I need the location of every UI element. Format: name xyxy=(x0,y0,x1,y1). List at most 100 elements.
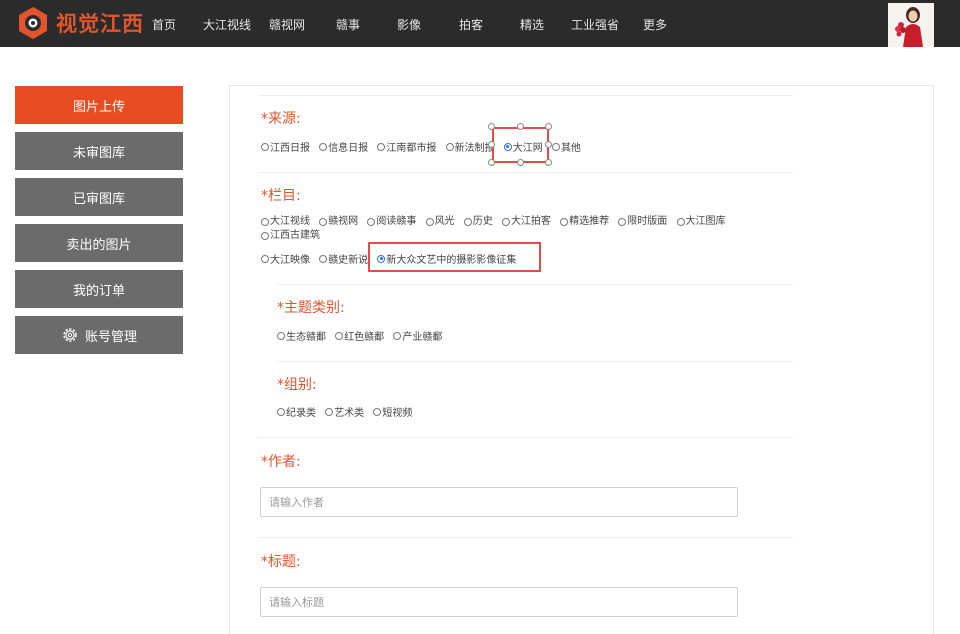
sidebar-item-upload-photos[interactable]: 图片上传 xyxy=(15,86,183,124)
column-radio-dajiang-yingxiang[interactable]: 大江映像 xyxy=(261,251,310,266)
radio-button[interactable] xyxy=(618,218,627,226)
radio-button[interactable] xyxy=(319,218,328,226)
selection-highlight-box xyxy=(492,127,549,163)
sidebar-item-account-management[interactable]: 账号管理 xyxy=(15,316,183,354)
column-radio-ganshi-xinshuo[interactable]: 赣史新说 xyxy=(319,251,368,266)
column-radio-dajiang-tuku[interactable]: 大江图库 xyxy=(676,216,726,228)
nav-gongye-qiangsheng[interactable]: 工业强省 xyxy=(571,16,619,33)
radio-button[interactable] xyxy=(551,142,560,151)
nav-dajiang-shixian[interactable]: 大江视线 xyxy=(203,16,251,33)
radio-button[interactable] xyxy=(261,218,269,226)
radio-label: 产业赣鄱 xyxy=(402,332,443,343)
group-radio-documentary[interactable]: 纪录类 xyxy=(277,404,316,419)
radio-button[interactable] xyxy=(261,254,269,263)
group-radio-short-video[interactable]: 短视频 xyxy=(373,404,412,419)
column-radio-dajiang-paike[interactable]: 大江拍客 xyxy=(501,216,551,228)
resize-handle[interactable] xyxy=(488,159,495,166)
radio-button[interactable] xyxy=(261,232,269,240)
source-radio-jiangnan-metro[interactable]: 江南都市报 xyxy=(377,139,436,154)
radio-label: 大江图库 xyxy=(685,216,726,227)
group-label: *组别: xyxy=(277,377,317,393)
title-label: *标题: xyxy=(261,554,301,570)
divider xyxy=(258,95,793,96)
radio-label: 历史 xyxy=(472,216,493,227)
column-radio-dajiang-shixian[interactable]: 大江视线 xyxy=(261,216,310,228)
top-nav-bar: 视觉江西 首页 大江视线 赣视网 赣事 影像 拍客 精选 工业强省 更多 xyxy=(0,0,960,47)
sidebar-item-label: 卖出的图片 xyxy=(66,237,132,253)
author-input[interactable] xyxy=(260,487,738,517)
column-radio-xianshi-banmian[interactable]: 限时版面 xyxy=(618,216,667,228)
radio-button[interactable] xyxy=(277,407,285,416)
resize-handle[interactable] xyxy=(517,123,524,130)
column-radio-ganshi-wang[interactable]: 赣视网 xyxy=(319,216,358,228)
resize-handle[interactable] xyxy=(545,159,552,166)
radio-label: 生态赣鄱 xyxy=(286,332,326,343)
radio-label: 大江映像 xyxy=(270,255,310,266)
camera-logo-icon xyxy=(19,7,47,39)
theme-radio-industry[interactable]: 产业赣鄱 xyxy=(393,328,442,343)
logo-text: 视觉江西 xyxy=(56,12,144,36)
divider xyxy=(278,284,793,285)
radio-button[interactable] xyxy=(277,331,285,340)
source-radio-other[interactable]: 其他 xyxy=(551,139,581,154)
nav-yingxiang[interactable]: 影像 xyxy=(397,16,421,33)
sidebar-item-label: 图片上传 xyxy=(72,99,125,115)
source-radio-xinxi-daily[interactable]: 信息日报 xyxy=(319,139,368,154)
radio-button[interactable] xyxy=(560,218,569,226)
column-radio-fengguang[interactable]: 风光 xyxy=(425,216,455,228)
sidebar-item-reviewed-library[interactable]: 已审图库 xyxy=(15,178,183,216)
sidebar-item-label: 我的订单 xyxy=(72,283,125,299)
theme-radio-red[interactable]: 红色赣鄱 xyxy=(335,328,384,343)
radio-button[interactable] xyxy=(373,407,382,416)
theme-radio-ecology[interactable]: 生态赣鄱 xyxy=(277,328,326,343)
radio-button[interactable] xyxy=(319,254,328,263)
resize-handle[interactable] xyxy=(488,141,495,148)
radio-label: 赣视网 xyxy=(328,216,359,227)
radio-button[interactable] xyxy=(261,142,269,151)
sidebar-item-my-orders[interactable]: 我的订单 xyxy=(15,270,183,308)
column-radio-jiangxi-gujianzhu[interactable]: 江西古建筑 xyxy=(261,230,320,242)
group-radio-art[interactable]: 艺术类 xyxy=(325,404,364,419)
radio-label: 红色赣鄱 xyxy=(344,332,385,343)
radio-button[interactable] xyxy=(501,218,510,226)
radio-label: 大江视线 xyxy=(270,216,310,227)
source-radio-jiangxi-daily[interactable]: 江西日报 xyxy=(261,139,310,154)
avatar-image xyxy=(888,3,934,47)
nav-jingxuan[interactable]: 精选 xyxy=(520,16,544,33)
radio-label: 赣史新说 xyxy=(328,255,369,266)
radio-label: 阅读赣事 xyxy=(376,216,417,227)
radio-button[interactable] xyxy=(425,218,434,226)
author-label: *作者: xyxy=(261,454,301,470)
radio-button[interactable] xyxy=(335,331,344,340)
radio-button[interactable] xyxy=(393,331,402,340)
resize-handle[interactable] xyxy=(545,141,552,148)
radio-button[interactable] xyxy=(676,218,685,226)
source-radio-xinfazhi[interactable]: 新法制报 xyxy=(445,139,495,154)
radio-button[interactable] xyxy=(463,218,472,226)
nav-ganshi[interactable]: 赣事 xyxy=(336,16,360,33)
user-avatar[interactable] xyxy=(888,3,934,47)
column-radio-group-row1: 大江视线 赣视网 阅读赣事 风光 历史 大江拍客 精选推荐 限时版面 大江图库 … xyxy=(261,216,791,244)
sidebar-item-unreviewed-library[interactable]: 未审图库 xyxy=(15,132,183,170)
radio-button[interactable] xyxy=(445,142,454,151)
sidebar-item-sold-photos[interactable]: 卖出的图片 xyxy=(15,224,183,262)
column-radio-jingxuan-tuijian[interactable]: 精选推荐 xyxy=(560,216,609,228)
radio-button[interactable] xyxy=(325,407,334,416)
site-logo[interactable]: 视觉江西 xyxy=(16,6,144,40)
resize-handle[interactable] xyxy=(517,159,524,166)
column-radio-yuedu-ganshi[interactable]: 阅读赣事 xyxy=(367,216,416,228)
column-radio-lishi[interactable]: 历史 xyxy=(463,216,493,228)
divider xyxy=(258,437,793,438)
nav-more[interactable]: 更多 xyxy=(643,16,667,33)
divider xyxy=(278,361,793,362)
radio-button[interactable] xyxy=(377,142,386,151)
nav-home[interactable]: 首页 xyxy=(152,16,176,33)
nav-paike[interactable]: 拍客 xyxy=(459,16,483,33)
resize-handle[interactable] xyxy=(488,123,495,130)
nav-ganshi-wang[interactable]: 赣视网 xyxy=(269,16,305,33)
radio-button[interactable] xyxy=(367,218,376,226)
resize-handle[interactable] xyxy=(545,123,552,130)
divider xyxy=(258,172,793,173)
title-input[interactable] xyxy=(260,587,738,617)
radio-button[interactable] xyxy=(319,142,328,151)
